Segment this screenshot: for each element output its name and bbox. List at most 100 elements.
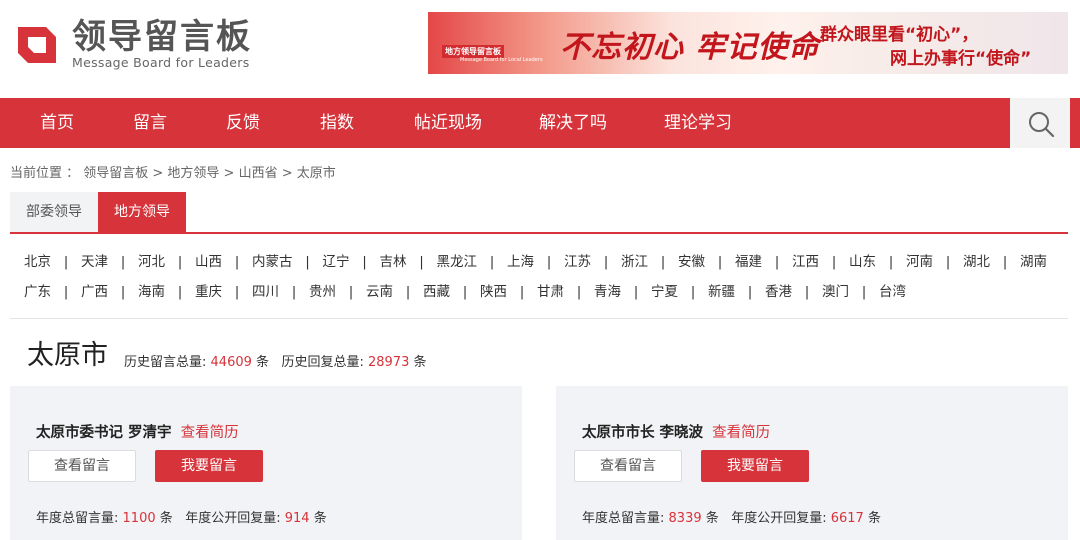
province-link[interactable]: 甘肃 (537, 277, 564, 307)
province-link[interactable]: 河南 (906, 247, 933, 277)
year-total-label: 年度总留言量: (582, 511, 665, 526)
province-link[interactable]: 河北 (138, 247, 165, 277)
banner-line-2: 网上办事行“使命” (890, 49, 1032, 69)
view-resume-link[interactable]: 查看简历 (181, 425, 239, 441)
city-title: 太原市 (27, 340, 108, 371)
province-link[interactable]: 陕西 (480, 277, 507, 307)
province-link[interactable]: 青海 (594, 277, 621, 307)
year-reply-value: 6617 (830, 511, 864, 526)
separator: | (489, 254, 495, 270)
unit-label: 条 (256, 355, 270, 370)
history-reply-value: 28973 (367, 355, 410, 370)
province-link[interactable]: 黑龙江 (437, 247, 478, 277)
banner-line-1: 群众眼里看“初心”， (820, 25, 979, 45)
province-link[interactable]: 上海 (507, 247, 534, 277)
separator: | (291, 284, 297, 300)
province-link[interactable]: 贵州 (309, 277, 336, 307)
leader-stats: 年度总留言量: 8339 条 年度公开回复量: 6617 条 (582, 507, 881, 526)
province-link[interactable]: 台湾 (879, 277, 906, 307)
banner-slogan: 不忘初心 牢记使命 (560, 30, 820, 65)
separator: | (1002, 254, 1008, 270)
leader-card-secretary: 太原市委书记 罗清宇 查看简历 查看留言 我要留言 年度总留言量: 1100 条… (10, 386, 522, 540)
separator: | (804, 284, 810, 300)
view-messages-button[interactable]: 查看留言 (574, 450, 682, 482)
province-link[interactable]: 山东 (849, 247, 876, 277)
unit-label: 条 (159, 511, 173, 526)
logo-subtitle: Message Board for Leaders (72, 55, 250, 70)
nav-item-theory[interactable]: 理论学习 (664, 98, 732, 148)
province-link[interactable]: 浙江 (621, 247, 648, 277)
nav-item-index[interactable]: 指数 (320, 98, 354, 148)
province-link[interactable]: 湖南 (1020, 247, 1047, 277)
leader-card-mayor: 太原市市长 李晓波 查看简历 查看留言 我要留言 年度总留言量: 8339 条 … (556, 386, 1068, 540)
search-button[interactable] (1010, 98, 1070, 148)
province-link[interactable]: 湖北 (963, 247, 990, 277)
separator: | (177, 284, 183, 300)
year-reply-label: 年度公开回复量: (185, 511, 281, 526)
province-link[interactable]: 澳门 (822, 277, 849, 307)
separator: | (633, 284, 639, 300)
province-link[interactable]: 山西 (195, 247, 222, 277)
post-message-button[interactable]: 我要留言 (701, 450, 809, 482)
breadcrumb[interactable]: 当前位置 ： 领导留言板 > 地方领导 > 山西省 > 太原市 (10, 162, 336, 181)
divider (10, 318, 1068, 319)
tab-local-leaders[interactable]: 地方领导 (98, 192, 186, 232)
province-link[interactable]: 内蒙古 (252, 247, 293, 277)
leader-name: 太原市委书记 罗清宇 (36, 425, 172, 441)
leader-name: 太原市市长 李晓波 (582, 425, 704, 441)
province-link[interactable]: 广东 (24, 277, 51, 307)
year-total-value: 1100 (122, 511, 156, 526)
province-link[interactable]: 天津 (81, 247, 108, 277)
province-link[interactable]: 广西 (81, 277, 108, 307)
tab-ministry-leaders[interactable]: 部委领导 (10, 192, 98, 232)
unit-label: 条 (313, 511, 327, 526)
year-reply-label: 年度公开回复量: (731, 511, 827, 526)
separator: | (405, 284, 411, 300)
nav-item-home[interactable]: 首页 (40, 98, 74, 148)
banner-badge-sub: Message Board for Local Leaders (460, 57, 543, 63)
province-link[interactable]: 宁夏 (651, 277, 678, 307)
separator: | (305, 254, 310, 270)
province-link[interactable]: 江苏 (564, 247, 591, 277)
province-link[interactable]: 四川 (252, 277, 279, 307)
search-icon (1029, 112, 1055, 138)
separator: | (120, 284, 126, 300)
province-link[interactable]: 北京 (24, 247, 51, 277)
province-link[interactable]: 吉林 (380, 247, 407, 277)
nav-item-onsite[interactable]: 帖近现场 (414, 98, 482, 148)
separator: | (831, 254, 837, 270)
leader-type-tabs: 部委领导 地方领导 (10, 192, 1068, 234)
year-total-label: 年度总留言量: (36, 511, 119, 526)
site-logo[interactable]: 领导留言板 Message Board for Leaders (12, 18, 252, 70)
separator: | (660, 254, 666, 270)
province-link[interactable]: 香港 (765, 277, 792, 307)
separator: | (717, 254, 723, 270)
view-messages-button[interactable]: 查看留言 (28, 450, 136, 482)
separator: | (419, 254, 424, 270)
province-link[interactable]: 辽宁 (323, 247, 350, 277)
separator: | (348, 284, 354, 300)
year-reply-value: 914 (284, 511, 310, 526)
leader-title: 太原市市长 李晓波 查看简历 (582, 421, 770, 442)
separator: | (177, 254, 183, 270)
province-link[interactable]: 西藏 (423, 277, 450, 307)
history-reply-label: 历史回复总量: (281, 355, 364, 370)
nav-item-feedback[interactable]: 反馈 (226, 98, 260, 148)
leader-title: 太原市委书记 罗清宇 查看简历 (36, 421, 239, 442)
nav-item-resolved[interactable]: 解决了吗 (539, 98, 607, 148)
province-link[interactable]: 江西 (792, 247, 819, 277)
year-total-value: 8339 (668, 511, 702, 526)
province-link[interactable]: 新疆 (708, 277, 735, 307)
separator: | (120, 254, 126, 270)
post-message-button[interactable]: 我要留言 (155, 450, 263, 482)
province-link[interactable]: 福建 (735, 247, 762, 277)
banner-ad[interactable]: 地方领导留言板 Message Board for Local Leaders … (428, 12, 1068, 74)
history-total-value: 44609 (210, 355, 252, 370)
province-link[interactable]: 海南 (138, 277, 165, 307)
province-link[interactable]: 云南 (366, 277, 393, 307)
separator: | (603, 254, 609, 270)
view-resume-link[interactable]: 查看简历 (712, 425, 770, 441)
province-link[interactable]: 安徽 (678, 247, 705, 277)
province-link[interactable]: 重庆 (195, 277, 222, 307)
nav-item-message[interactable]: 留言 (133, 98, 167, 148)
